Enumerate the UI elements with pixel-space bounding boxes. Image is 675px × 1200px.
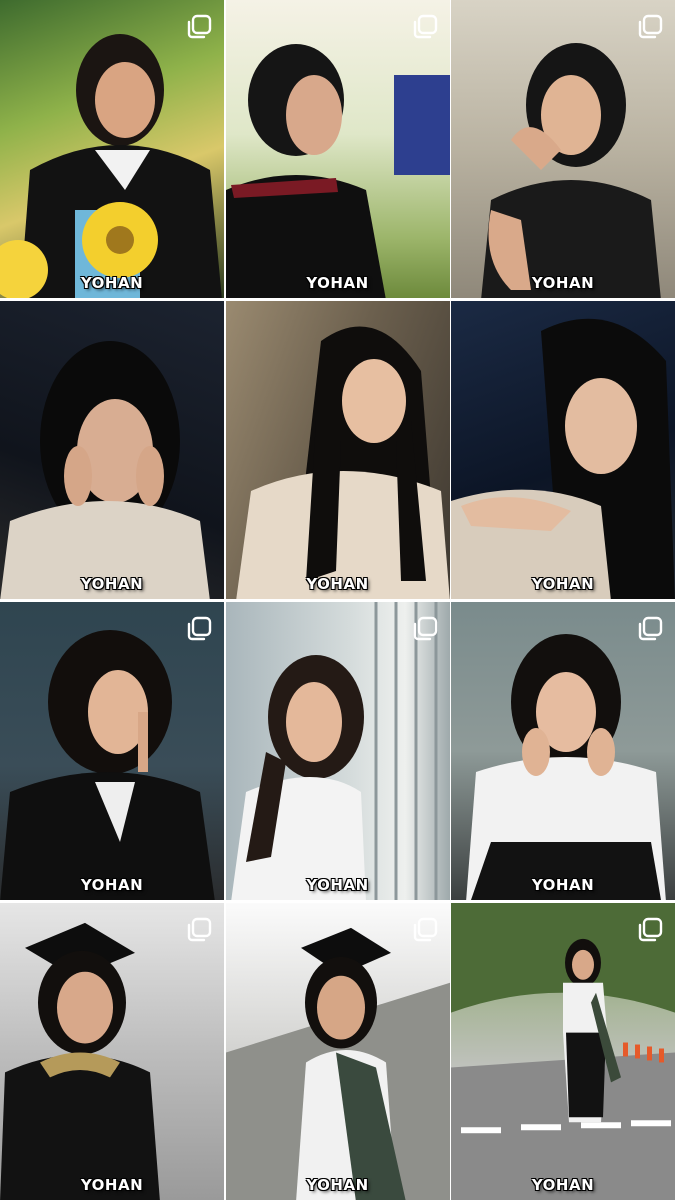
- carousel-icon: [412, 14, 438, 40]
- grid-tile-4[interactable]: YOHAN: [0, 301, 224, 599]
- photo-thumbnail: [225, 602, 450, 900]
- watermark-label: YOHAN: [306, 274, 369, 292]
- photo-thumbnail: [451, 903, 675, 1200]
- photo-thumbnail: [451, 301, 675, 599]
- watermark-label: YOHAN: [80, 876, 144, 894]
- grid-tile-9[interactable]: YOHAN: [451, 602, 675, 900]
- watermark-label: YOHAN: [80, 274, 144, 292]
- photo-thumbnail: [0, 0, 224, 298]
- watermark-label: YOHAN: [531, 1176, 595, 1194]
- grid-tile-10[interactable]: YOHAN: [0, 903, 224, 1200]
- photo-thumbnail: [0, 903, 224, 1200]
- grid-tile-3[interactable]: YOHAN: [451, 0, 675, 298]
- watermark-label: YOHAN: [306, 876, 369, 894]
- carousel-icon: [412, 917, 438, 943]
- photo-thumbnail: [451, 602, 675, 900]
- grid-tile-7[interactable]: YOHAN: [0, 602, 224, 900]
- carousel-icon: [186, 917, 212, 943]
- carousel-icon: [186, 616, 212, 642]
- grid-tile-5[interactable]: YOHAN: [225, 301, 450, 599]
- photo-thumbnail: [225, 903, 450, 1200]
- carousel-icon: [412, 616, 438, 642]
- grid-tile-1[interactable]: YOHAN: [0, 0, 224, 298]
- grid-tile-8[interactable]: YOHAN: [225, 602, 450, 900]
- photo-grid: YOHAN YOHAN YOHAN YOHAN YOHAN YOHAN YOHA…: [0, 0, 675, 1200]
- photo-thumbnail: [0, 602, 224, 900]
- grid-tile-2[interactable]: YOHAN: [225, 0, 450, 298]
- watermark-label: YOHAN: [306, 1176, 369, 1194]
- carousel-icon: [637, 917, 663, 943]
- carousel-icon: [637, 14, 663, 40]
- grid-tile-6[interactable]: YOHAN: [451, 301, 675, 599]
- carousel-icon: [186, 14, 212, 40]
- watermark-label: YOHAN: [80, 575, 144, 593]
- grid-tile-11[interactable]: YOHAN: [225, 903, 450, 1200]
- watermark-label: YOHAN: [306, 575, 369, 593]
- photo-thumbnail: [451, 0, 675, 298]
- watermark-label: YOHAN: [531, 876, 595, 894]
- watermark-label: YOHAN: [531, 274, 595, 292]
- grid-tile-12[interactable]: YOHAN: [451, 903, 675, 1200]
- photo-thumbnail: [0, 301, 224, 599]
- photo-thumbnail: [225, 301, 450, 599]
- watermark-label: YOHAN: [80, 1176, 144, 1194]
- watermark-label: YOHAN: [531, 575, 595, 593]
- carousel-icon: [637, 616, 663, 642]
- photo-thumbnail: [225, 0, 450, 298]
